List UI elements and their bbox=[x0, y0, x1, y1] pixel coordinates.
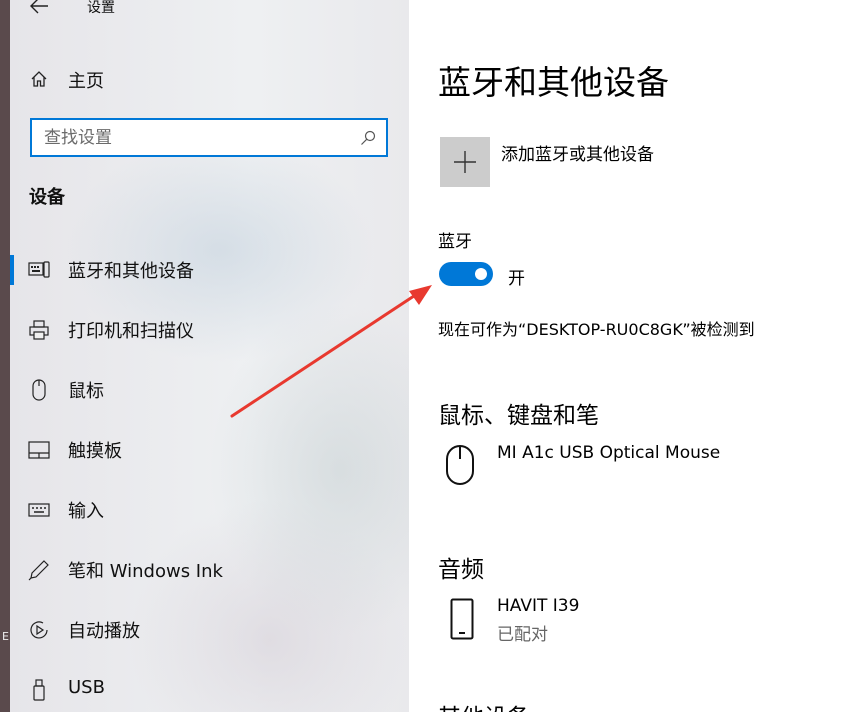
sidebar-item-label: 自动播放 bbox=[68, 621, 140, 642]
title-bar: 设置 bbox=[10, 0, 409, 20]
other-devices-heading: 其他设备 bbox=[438, 698, 530, 712]
sidebar-item-home[interactable]: 主页 bbox=[10, 62, 409, 96]
edge-partial-text: E bbox=[2, 630, 9, 643]
search-box[interactable] bbox=[30, 118, 388, 157]
sidebar-item-mouse[interactable]: 鼠标 bbox=[10, 367, 409, 411]
toggle-knob bbox=[475, 268, 487, 280]
device-name: MI A1c USB Optical Mouse bbox=[497, 443, 721, 463]
phone-icon bbox=[450, 598, 474, 640]
sidebar-item-autoplay[interactable]: 自动播放 bbox=[10, 607, 409, 651]
printer-icon bbox=[29, 320, 49, 340]
search-input[interactable] bbox=[32, 120, 364, 155]
sidebar-item-touchpad[interactable]: 触摸板 bbox=[10, 427, 409, 471]
mouse-keyboard-pen-heading: 鼠标、键盘和笔 bbox=[438, 403, 599, 429]
sidebar-item-label: 鼠标 bbox=[68, 381, 104, 402]
section-title: 设备 bbox=[29, 187, 65, 208]
home-label: 主页 bbox=[68, 71, 104, 92]
device-item-mouse[interactable]: MI A1c USB Optical Mouse bbox=[438, 440, 838, 490]
device-name: HAVIT I39 bbox=[497, 596, 580, 616]
sidebar-item-usb[interactable]: USB bbox=[10, 667, 409, 711]
device-item-audio[interactable]: HAVIT I39 已配对 bbox=[438, 594, 838, 645]
sidebar-item-label: 笔和 Windows Ink bbox=[68, 561, 223, 582]
sidebar-item-label: 打印机和扫描仪 bbox=[68, 321, 194, 342]
discoverable-text: 现在可作为“DESKTOP-RU0C8GK”被检测到 bbox=[438, 320, 755, 339]
back-arrow-icon[interactable] bbox=[28, 0, 50, 16]
plus-icon bbox=[454, 151, 476, 173]
desktop-edge: E bbox=[0, 0, 10, 712]
bluetooth-toggle[interactable] bbox=[439, 262, 493, 286]
sidebar-item-bluetooth[interactable]: 蓝牙和其他设备 bbox=[10, 247, 409, 291]
sidebar-item-typing[interactable]: 输入 bbox=[10, 487, 409, 531]
main-content: 蓝牙和其他设备 添加蓝牙或其他设备 蓝牙 开 现在可作为“DESKTOP-RU0… bbox=[409, 0, 844, 712]
search-icon[interactable] bbox=[360, 130, 376, 146]
device-status: 已配对 bbox=[497, 625, 548, 645]
add-device-label[interactable]: 添加蓝牙或其他设备 bbox=[501, 140, 654, 165]
audio-heading: 音频 bbox=[438, 557, 484, 583]
bluetooth-label: 蓝牙 bbox=[438, 232, 472, 252]
keyboard-icon bbox=[28, 503, 50, 517]
bluetooth-state-text: 开 bbox=[508, 269, 525, 289]
active-indicator bbox=[10, 255, 14, 285]
mouse-icon bbox=[446, 445, 474, 485]
add-device-button[interactable] bbox=[440, 137, 490, 187]
sidebar-item-label: 输入 bbox=[68, 501, 104, 522]
touchpad-icon bbox=[28, 441, 50, 459]
sidebar-item-printers[interactable]: 打印机和扫描仪 bbox=[10, 307, 409, 351]
pen-icon bbox=[28, 560, 49, 581]
sidebar-item-pen[interactable]: 笔和 Windows Ink bbox=[10, 547, 409, 591]
bluetooth-devices-icon bbox=[28, 261, 50, 278]
home-icon bbox=[31, 71, 47, 87]
mouse-icon bbox=[32, 379, 46, 401]
sidebar-item-label: USB bbox=[68, 677, 105, 698]
page-title: 蓝牙和其他设备 bbox=[438, 63, 669, 102]
autoplay-icon bbox=[30, 621, 48, 639]
sidebar-item-label: 蓝牙和其他设备 bbox=[68, 261, 194, 282]
sidebar: 设置 主页 设备 蓝牙和其他设备 打印机和扫描仪 bbox=[10, 0, 409, 712]
window-title: 设置 bbox=[87, 0, 115, 16]
usb-icon bbox=[33, 679, 45, 701]
sidebar-item-label: 触摸板 bbox=[68, 441, 122, 462]
